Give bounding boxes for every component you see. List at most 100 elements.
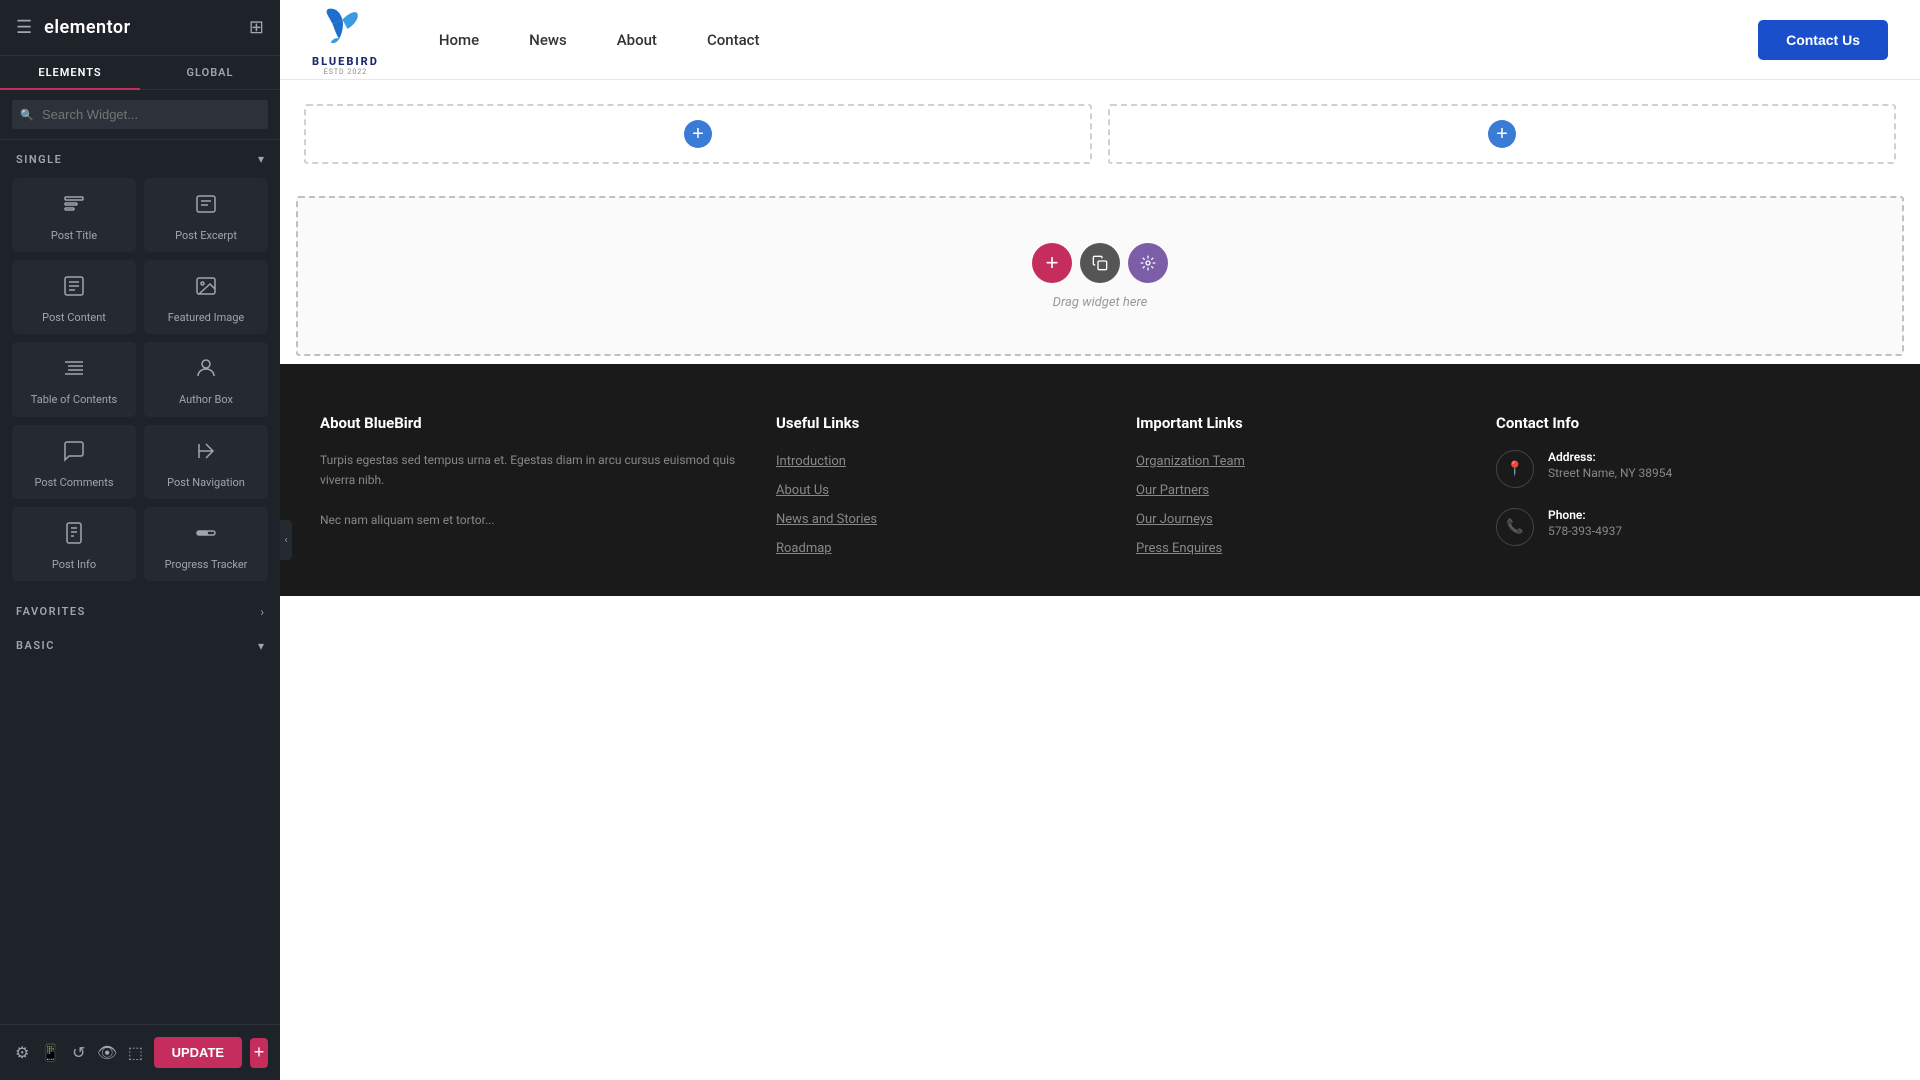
editor-sections-top: + + (280, 80, 1920, 188)
widget-author-box[interactable]: Author Box (144, 342, 268, 416)
widget-post-content[interactable]: Post Content (12, 260, 136, 334)
footer-link-our-partners[interactable]: Our Partners (1136, 483, 1209, 498)
post-comments-icon (62, 439, 86, 468)
post-navigation-icon (194, 439, 218, 468)
widget-progress-tracker-label: Progress Tracker (165, 558, 248, 571)
logo-text: BLUEBIRD (312, 55, 379, 68)
grid-icon[interactable]: ⊞ (249, 17, 264, 38)
widget-table-of-contents-label: Table of Contents (31, 393, 117, 406)
address-label: Address: (1548, 450, 1672, 464)
plus-button[interactable]: + (250, 1038, 268, 1068)
footer-about-text-2: Nec nam aliquam sem et tortor... (320, 510, 736, 530)
add-section-right-btn[interactable]: + (1488, 120, 1516, 148)
eye-icon[interactable]: 👁 (97, 1036, 117, 1070)
widget-post-excerpt[interactable]: Post Excerpt (144, 178, 268, 252)
dashed-section-left[interactable]: + (304, 104, 1092, 164)
widget-post-excerpt-label: Post Excerpt (175, 229, 237, 242)
site-navbar: BLUEBIRD ESTD 2022 Home News About Conta… (280, 0, 1920, 80)
footer-about-text: Turpis egestas sed tempus urna et. Egest… (320, 450, 736, 491)
post-title-icon (62, 192, 86, 221)
widget-post-title[interactable]: Post Title (12, 178, 136, 252)
footer-link-roadmap[interactable]: Roadmap (776, 541, 832, 556)
drop-zone-buttons: + (1032, 243, 1168, 283)
contact-us-button[interactable]: Contact Us (1758, 20, 1888, 60)
nav-contact[interactable]: Contact (707, 31, 760, 49)
section-favorites-header[interactable]: FAVORITES › (0, 593, 280, 627)
widget-featured-image[interactable]: Featured Image (144, 260, 268, 334)
author-box-icon (194, 356, 218, 385)
progress-tracker-icon (194, 521, 218, 550)
footer-useful-links-list: Introduction About Us News and Stories R… (776, 450, 1096, 556)
history-icon[interactable]: ↺ (69, 1036, 89, 1070)
search-input[interactable] (12, 100, 268, 129)
tab-global[interactable]: GLOBAL (140, 56, 280, 89)
widget-author-box-label: Author Box (179, 393, 233, 406)
add-section-left-btn[interactable]: + (684, 120, 712, 148)
post-content-icon (62, 274, 86, 303)
widget-post-content-label: Post Content (42, 311, 106, 324)
footer-link-introduction[interactable]: Introduction (776, 454, 846, 469)
address-icon: 📍 (1496, 450, 1534, 488)
site-logo: BLUEBIRD ESTD 2022 (312, 3, 379, 76)
post-excerpt-icon (194, 192, 218, 221)
footer-link-about-us[interactable]: About Us (776, 483, 829, 498)
footer-contact-title: Contact Info (1496, 414, 1880, 432)
drag-text: Drag widget here (1053, 295, 1148, 310)
nav-about[interactable]: About (617, 31, 657, 49)
footer-link-press-enquires[interactable]: Press Enquires (1136, 541, 1222, 556)
widgets-grid-single: Post Title Post Excerpt (0, 174, 280, 593)
footer-address-item: 📍 Address: Street Name, NY 38954 (1496, 450, 1880, 488)
responsive-icon[interactable]: 📱 (40, 1036, 60, 1070)
footer-link-org-team[interactable]: Organization Team (1136, 454, 1245, 469)
footer-phone-item: 📞 Phone: 578-393-4937 (1496, 508, 1880, 546)
phone-value: 578-393-4937 (1548, 524, 1622, 538)
site-footer: About BlueBird Turpis egestas sed tempus… (280, 364, 1920, 596)
widget-post-info[interactable]: Post Info (12, 507, 136, 581)
library-btn[interactable] (1128, 243, 1168, 283)
phone-label: Phone: (1548, 508, 1622, 522)
widget-table-of-contents[interactable]: Table of Contents (12, 342, 136, 416)
section-basic-header[interactable]: BASIC ▾ (0, 627, 280, 661)
footer-link-our-journeys[interactable]: Our Journeys (1136, 512, 1213, 527)
widget-post-navigation[interactable]: Post Navigation (144, 425, 268, 499)
widget-progress-tracker[interactable]: Progress Tracker (144, 507, 268, 581)
footer-important-links-list: Organization Team Our Partners Our Journ… (1136, 450, 1456, 556)
widget-post-info-label: Post Info (52, 558, 96, 571)
page-canvas: + + + (280, 80, 1920, 1080)
footer-important-title: Important Links (1136, 414, 1456, 432)
nav-links: Home News About Contact (439, 30, 760, 49)
copy-section-btn[interactable] (1080, 243, 1120, 283)
footer-useful-links-col: Useful Links Introduction About Us News … (776, 414, 1096, 566)
editor-area[interactable]: + + + (280, 80, 1920, 1080)
nav-news[interactable]: News (529, 31, 567, 49)
chevron-right-icon: › (260, 605, 264, 619)
footer-contact-col: Contact Info 📍 Address: Street Name, NY … (1496, 414, 1880, 566)
left-panel: ☰ elementor ⊞ ELEMENTS GLOBAL SINGLE ▾ (0, 0, 280, 1080)
footer-link-news-stories[interactable]: News and Stories (776, 512, 877, 527)
section-basic-title: BASIC (16, 639, 55, 652)
preview-icon[interactable]: ⬚ (125, 1036, 145, 1070)
drop-zone[interactable]: + Drag widget here (296, 196, 1904, 356)
tab-elements[interactable]: ELEMENTS (0, 56, 140, 89)
phone-icon: 📞 (1496, 508, 1534, 546)
nav-home[interactable]: Home (439, 31, 479, 49)
footer-important-links-col: Important Links Organization Team Our Pa… (1136, 414, 1456, 566)
section-favorites-title: FAVORITES (16, 605, 86, 618)
section-single-header[interactable]: SINGLE ▾ (0, 140, 280, 174)
post-info-icon (62, 521, 86, 550)
dashed-section-right[interactable]: + (1108, 104, 1896, 164)
widget-post-comments[interactable]: Post Comments (12, 425, 136, 499)
add-widget-btn[interactable]: + (1032, 243, 1072, 283)
hamburger-icon[interactable]: ☰ (16, 17, 32, 38)
footer-about-title: About BlueBird (320, 414, 736, 432)
settings-icon[interactable]: ⚙ (12, 1036, 32, 1070)
logo-bird-svg (320, 3, 370, 53)
collapse-panel-handle[interactable]: ‹ (280, 520, 292, 560)
footer-grid: About BlueBird Turpis egestas sed tempus… (320, 414, 1880, 566)
update-button[interactable]: UPDATE (154, 1037, 242, 1068)
panel-content: SINGLE ▾ Post Title (0, 140, 280, 1080)
widget-post-comments-label: Post Comments (34, 476, 113, 489)
chevron-down-icon: ▾ (258, 152, 264, 166)
table-of-contents-icon (62, 356, 86, 385)
section-single-title: SINGLE (16, 153, 62, 166)
